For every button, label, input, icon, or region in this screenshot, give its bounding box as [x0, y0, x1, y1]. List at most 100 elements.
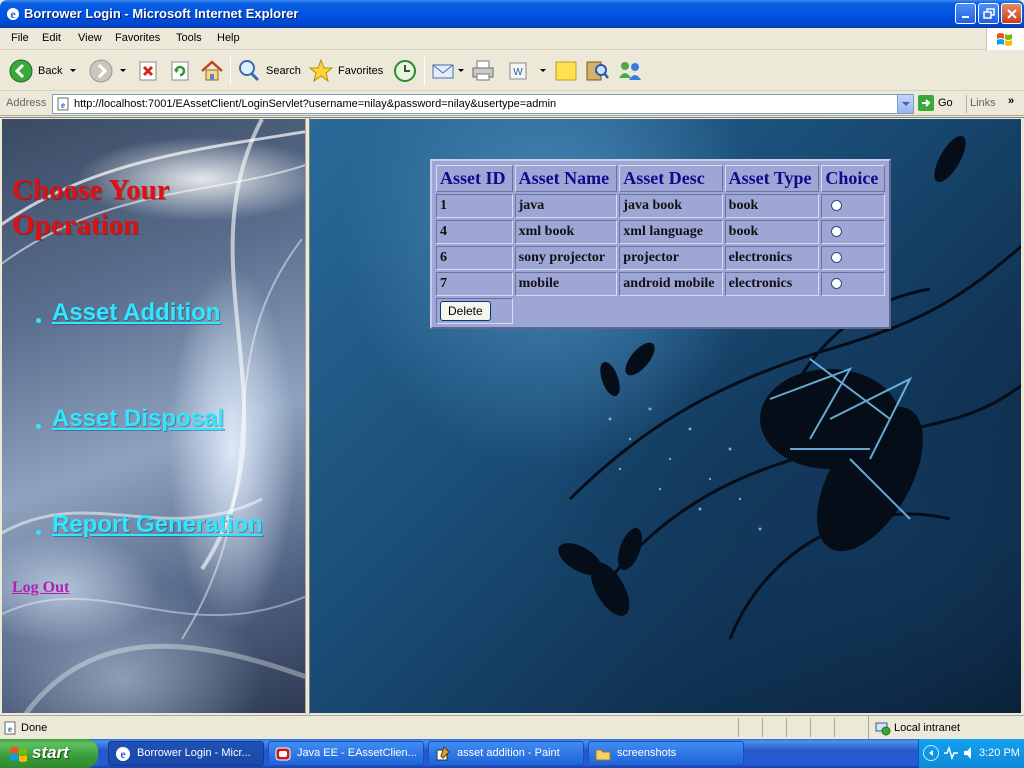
- cell-choice: [821, 194, 885, 218]
- column-header-choice: Choice: [821, 165, 885, 192]
- report-generation-link[interactable]: Report Generation: [52, 511, 263, 539]
- minimize-button[interactable]: [955, 3, 976, 24]
- menu-view[interactable]: View: [78, 32, 102, 44]
- table-row: Delete: [436, 298, 885, 324]
- windows-flag-icon: [997, 33, 1012, 46]
- menu-help[interactable]: Help: [217, 32, 240, 44]
- back-dropdown-icon[interactable]: [70, 69, 76, 72]
- cell-asset-id: 6: [436, 246, 513, 270]
- log-out-link[interactable]: Log Out: [12, 579, 69, 597]
- local-intranet-icon: [875, 722, 891, 736]
- links-chevron-icon[interactable]: »: [1008, 95, 1014, 107]
- mail-dropdown-icon[interactable]: [458, 69, 464, 72]
- print-icon: [472, 60, 494, 81]
- links-separator: [966, 95, 967, 113]
- links-label[interactable]: Links: [970, 97, 996, 109]
- forward-dropdown-icon[interactable]: [120, 69, 126, 72]
- clock[interactable]: 3:20 PM: [979, 747, 1020, 759]
- research-button[interactable]: [584, 57, 610, 85]
- ie-icon: e: [7, 7, 19, 21]
- address-dropdown-button[interactable]: [897, 95, 913, 113]
- table-header-row: Asset ID Asset Name Asset Desc Asset Typ…: [436, 165, 885, 192]
- start-label: start: [32, 743, 69, 762]
- edit-dropdown-icon[interactable]: [540, 69, 546, 72]
- print-button[interactable]: [470, 57, 496, 85]
- edit-button[interactable]: W: [506, 57, 532, 85]
- volume-icon[interactable]: [963, 745, 975, 761]
- favorites-star-icon: [308, 58, 334, 83]
- paint-icon: [436, 746, 450, 761]
- column-header-asset-type: Asset Type: [724, 165, 820, 192]
- search-button[interactable]: Search: [236, 57, 301, 85]
- asset-disposal-link[interactable]: Asset Disposal: [52, 405, 224, 433]
- toolbar-separator: [424, 57, 425, 85]
- taskbar-item-screenshots[interactable]: screenshots: [588, 741, 744, 766]
- nav-bullet: [36, 424, 41, 429]
- cell-asset-name: xml book: [514, 220, 618, 244]
- forward-arrow-icon: [89, 59, 113, 83]
- operations-frame: Choose Your Operation Asset Addition Ass…: [2, 119, 305, 713]
- table-row: 6 sony projector projector electronics: [436, 246, 885, 270]
- restore-button[interactable]: [978, 3, 999, 24]
- mail-button[interactable]: [430, 57, 456, 85]
- toolbar: Back Search Favorites W: [0, 51, 1024, 91]
- close-icon: [1007, 9, 1017, 19]
- favorites-button[interactable]: Favorites: [308, 57, 383, 85]
- taskbar-item-paint[interactable]: asset addition - Paint: [428, 741, 584, 766]
- forward-button[interactable]: [88, 57, 114, 85]
- status-segment: [786, 718, 787, 737]
- column-header-asset-name: Asset Name: [514, 165, 618, 192]
- menu-tools[interactable]: Tools: [176, 32, 202, 44]
- status-segment: [834, 718, 835, 737]
- cell-asset-desc: java book: [619, 194, 723, 218]
- address-input[interactable]: e http://localhost:7001/EAssetClient/Log…: [52, 94, 914, 114]
- history-button[interactable]: [392, 57, 418, 85]
- page-heading: Choose Your Operation: [12, 174, 170, 241]
- taskbar-item-browser[interactable]: e Borrower Login - Micr...: [108, 741, 264, 766]
- history-icon: [394, 60, 416, 82]
- window-title-bar[interactable]: e Borrower Login - Microsoft Internet Ex…: [0, 0, 1024, 28]
- menu-favorites[interactable]: Favorites: [115, 32, 160, 44]
- discuss-button[interactable]: [553, 57, 579, 85]
- refresh-button[interactable]: [168, 57, 192, 85]
- minimize-icon: [962, 16, 969, 18]
- start-button[interactable]: start: [0, 739, 98, 768]
- menu-file[interactable]: File: [11, 32, 29, 44]
- home-icon: [201, 60, 223, 81]
- messenger-button[interactable]: [616, 57, 644, 85]
- choice-radio[interactable]: [831, 226, 843, 238]
- close-button[interactable]: [1001, 3, 1022, 24]
- mail-icon: [432, 64, 454, 79]
- delete-button[interactable]: Delete: [440, 301, 491, 321]
- page-done-icon: e: [4, 721, 16, 735]
- taskbar-item-java-ee[interactable]: Java EE - EAssetClien...: [268, 741, 424, 766]
- choice-radio[interactable]: [831, 200, 843, 212]
- note-icon: [555, 61, 577, 81]
- back-button[interactable]: Back: [8, 57, 62, 85]
- back-arrow-icon: [9, 59, 33, 83]
- choice-radio[interactable]: [831, 278, 843, 290]
- asset-addition-link[interactable]: Asset Addition: [52, 299, 220, 327]
- window-title: Borrower Login - Microsoft Internet Expl…: [24, 6, 299, 21]
- folder-icon: [595, 749, 611, 761]
- windows-flag-icon: [10, 747, 27, 762]
- windows-logo: [986, 28, 1024, 50]
- cell-asset-id: 4: [436, 220, 513, 244]
- nav-bullet: [36, 530, 41, 535]
- cell-asset-type: book: [724, 194, 820, 218]
- ie-icon: e: [116, 747, 130, 761]
- go-button[interactable]: Go: [918, 95, 953, 111]
- stop-button[interactable]: [136, 57, 160, 85]
- svg-text:e: e: [61, 100, 65, 110]
- cell-choice: [821, 246, 885, 270]
- show-hidden-icons-button[interactable]: [923, 745, 939, 761]
- column-header-asset-desc: Asset Desc: [619, 165, 723, 192]
- choice-radio[interactable]: [831, 252, 843, 264]
- network-icon[interactable]: [943, 745, 959, 761]
- taskbar-item-label: Borrower Login - Micr...: [137, 747, 251, 759]
- security-zone[interactable]: Local intranet: [868, 716, 1024, 739]
- menu-edit[interactable]: Edit: [42, 32, 61, 44]
- svg-text:W: W: [513, 67, 523, 78]
- home-button[interactable]: [199, 57, 225, 85]
- java-ee-icon: [275, 747, 291, 761]
